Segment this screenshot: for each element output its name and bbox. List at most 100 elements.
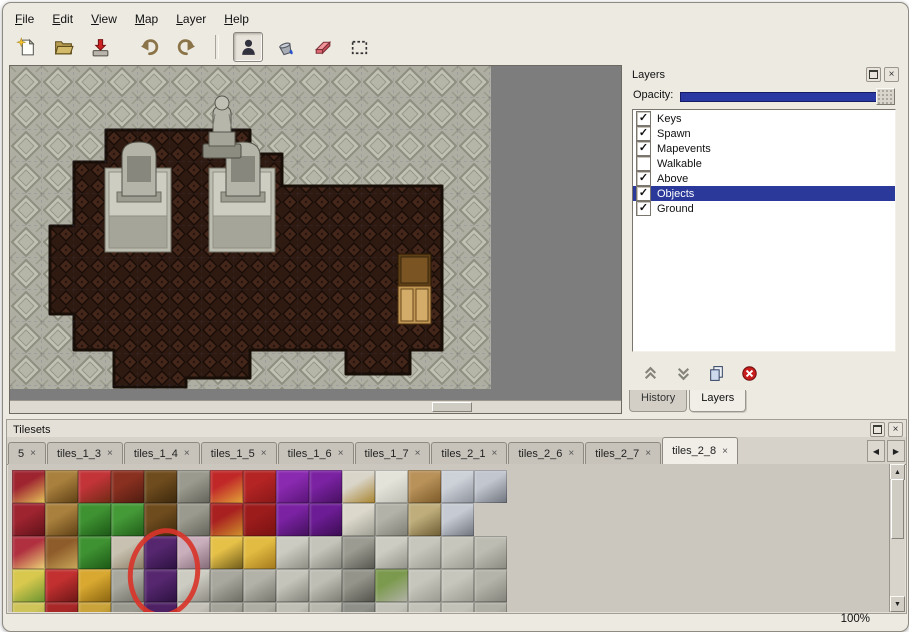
tab-close-icon[interactable]: ×	[568, 448, 574, 459]
tileset-tile[interactable]	[45, 503, 78, 536]
tileset-tab-tiles_1_5[interactable]: tiles_1_5×	[201, 442, 277, 464]
tab-close-icon[interactable]: ×	[184, 448, 190, 459]
raise-layer-button[interactable]	[638, 362, 662, 384]
layer-visibility-checkbox[interactable]: ✓	[636, 126, 651, 141]
tileset-tile[interactable]	[243, 569, 276, 602]
tileset-tile[interactable]	[375, 536, 408, 569]
tileset-tile[interactable]	[177, 569, 210, 602]
layer-visibility-checkbox[interactable]: ✓	[636, 111, 651, 126]
menu-help[interactable]: Help	[216, 9, 257, 29]
tileset-tile[interactable]	[111, 503, 144, 536]
tileset-tile[interactable]	[441, 503, 474, 536]
tileset-tab-tiles_2_7[interactable]: tiles_2_7×	[585, 442, 661, 464]
tileset-tile[interactable]	[408, 602, 441, 612]
tileset-tile[interactable]	[276, 470, 309, 503]
tileset-tile[interactable]	[441, 536, 474, 569]
tileset-tile[interactable]	[276, 569, 309, 602]
tab-close-icon[interactable]: ×	[722, 446, 728, 457]
tab-close-icon[interactable]: ×	[30, 448, 36, 459]
tileset-tile[interactable]	[144, 569, 177, 602]
tileset-tile[interactable]	[474, 569, 507, 602]
tileset-tile[interactable]	[78, 569, 111, 602]
delete-layer-button[interactable]	[737, 362, 761, 384]
menu-map[interactable]: Map	[127, 9, 166, 29]
tileset-tile[interactable]	[342, 602, 375, 612]
opacity-slider-handle[interactable]	[876, 88, 895, 105]
tileset-grid[interactable]	[12, 470, 540, 612]
layer-visibility-checkbox[interactable]: ✓	[636, 186, 651, 201]
layer-row-ground[interactable]: ✓Ground	[633, 201, 895, 216]
tileset-tile[interactable]	[408, 503, 441, 536]
menu-layer[interactable]: Layer	[168, 9, 214, 29]
tileset-tile[interactable]	[276, 536, 309, 569]
layer-row-spawn[interactable]: ✓Spawn	[633, 126, 895, 141]
panel-tab-history[interactable]: History	[629, 390, 687, 412]
eraser-tool-button[interactable]	[307, 32, 337, 62]
tileset-tile[interactable]	[309, 602, 342, 612]
open-button[interactable]	[48, 32, 78, 62]
tileset-tile[interactable]	[45, 470, 78, 503]
tileset-tile[interactable]	[441, 470, 474, 503]
menu-view[interactable]: View	[83, 9, 125, 29]
tileset-tile[interactable]	[408, 569, 441, 602]
layer-row-objects[interactable]: ✓Objects	[633, 186, 895, 201]
tab-close-icon[interactable]: ×	[415, 448, 421, 459]
tileset-tile[interactable]	[375, 503, 408, 536]
tileset-tile[interactable]	[342, 503, 375, 536]
tileset-tile[interactable]	[342, 536, 375, 569]
tileset-tile[interactable]	[342, 470, 375, 503]
tab-scroll-left-button[interactable]: ◀	[867, 440, 885, 462]
opacity-slider[interactable]	[680, 87, 895, 104]
tileset-tile[interactable]	[210, 503, 243, 536]
tileset-tile[interactable]	[78, 536, 111, 569]
tileset-tile[interactable]	[12, 536, 45, 569]
menu-file[interactable]: File	[7, 9, 42, 29]
new-file-button[interactable]	[11, 32, 41, 62]
tileset-tile[interactable]	[441, 569, 474, 602]
tileset-tile[interactable]	[210, 536, 243, 569]
panel-tab-layers[interactable]: Layers	[689, 390, 746, 412]
tileset-tile[interactable]	[78, 602, 111, 612]
tileset-tile[interactable]	[144, 602, 177, 612]
tileset-tile[interactable]	[474, 470, 507, 503]
tileset-tab-tiles_2_8[interactable]: tiles_2_8×	[662, 437, 738, 465]
scrollbar-thumb[interactable]	[432, 402, 472, 412]
tileset-tile[interactable]	[276, 503, 309, 536]
tileset-tile[interactable]	[474, 536, 507, 569]
tileset-tile[interactable]	[111, 569, 144, 602]
tileset-tile[interactable]	[45, 569, 78, 602]
tileset-tile[interactable]	[408, 470, 441, 503]
tileset-tile[interactable]	[210, 569, 243, 602]
tab-close-icon[interactable]: ×	[107, 448, 113, 459]
duplicate-layer-button[interactable]	[704, 362, 728, 384]
fill-tool-button[interactable]	[270, 32, 300, 62]
tileset-tile[interactable]	[111, 602, 144, 612]
tileset-tile[interactable]	[309, 503, 342, 536]
layer-row-walkable[interactable]: Walkable	[633, 156, 895, 171]
tab-close-icon[interactable]: ×	[338, 448, 344, 459]
tileset-tile[interactable]	[177, 602, 210, 612]
tileset-tile[interactable]	[144, 536, 177, 569]
layer-visibility-checkbox[interactable]: ✓	[636, 201, 651, 216]
map-canvas[interactable]	[10, 66, 491, 389]
tileset-tile[interactable]	[177, 470, 210, 503]
tileset-tile[interactable]	[12, 503, 45, 536]
tileset-tab-tiles_2_6[interactable]: tiles_2_6×	[508, 442, 584, 464]
tileset-tile[interactable]	[375, 569, 408, 602]
tileset-tab-tiles_1_7[interactable]: tiles_1_7×	[355, 442, 431, 464]
tileset-tile[interactable]	[375, 470, 408, 503]
scroll-down-button[interactable]: ▼	[890, 596, 905, 612]
tab-scroll-right-button[interactable]: ▶	[887, 440, 905, 462]
tileset-tile[interactable]	[210, 602, 243, 612]
tileset-tile[interactable]	[144, 503, 177, 536]
close-panel-button[interactable]: ×	[884, 67, 899, 82]
lower-layer-button[interactable]	[671, 362, 695, 384]
tileset-tab-tiles_1_4[interactable]: tiles_1_4×	[124, 442, 200, 464]
float-panel-button[interactable]	[870, 422, 885, 437]
float-panel-button[interactable]	[866, 67, 881, 82]
tileset-tab-5[interactable]: 5×	[8, 442, 46, 464]
tileset-tile[interactable]	[144, 470, 177, 503]
layer-row-above[interactable]: ✓Above	[633, 171, 895, 186]
tileset-tile[interactable]	[177, 503, 210, 536]
tileset-tile[interactable]	[243, 470, 276, 503]
